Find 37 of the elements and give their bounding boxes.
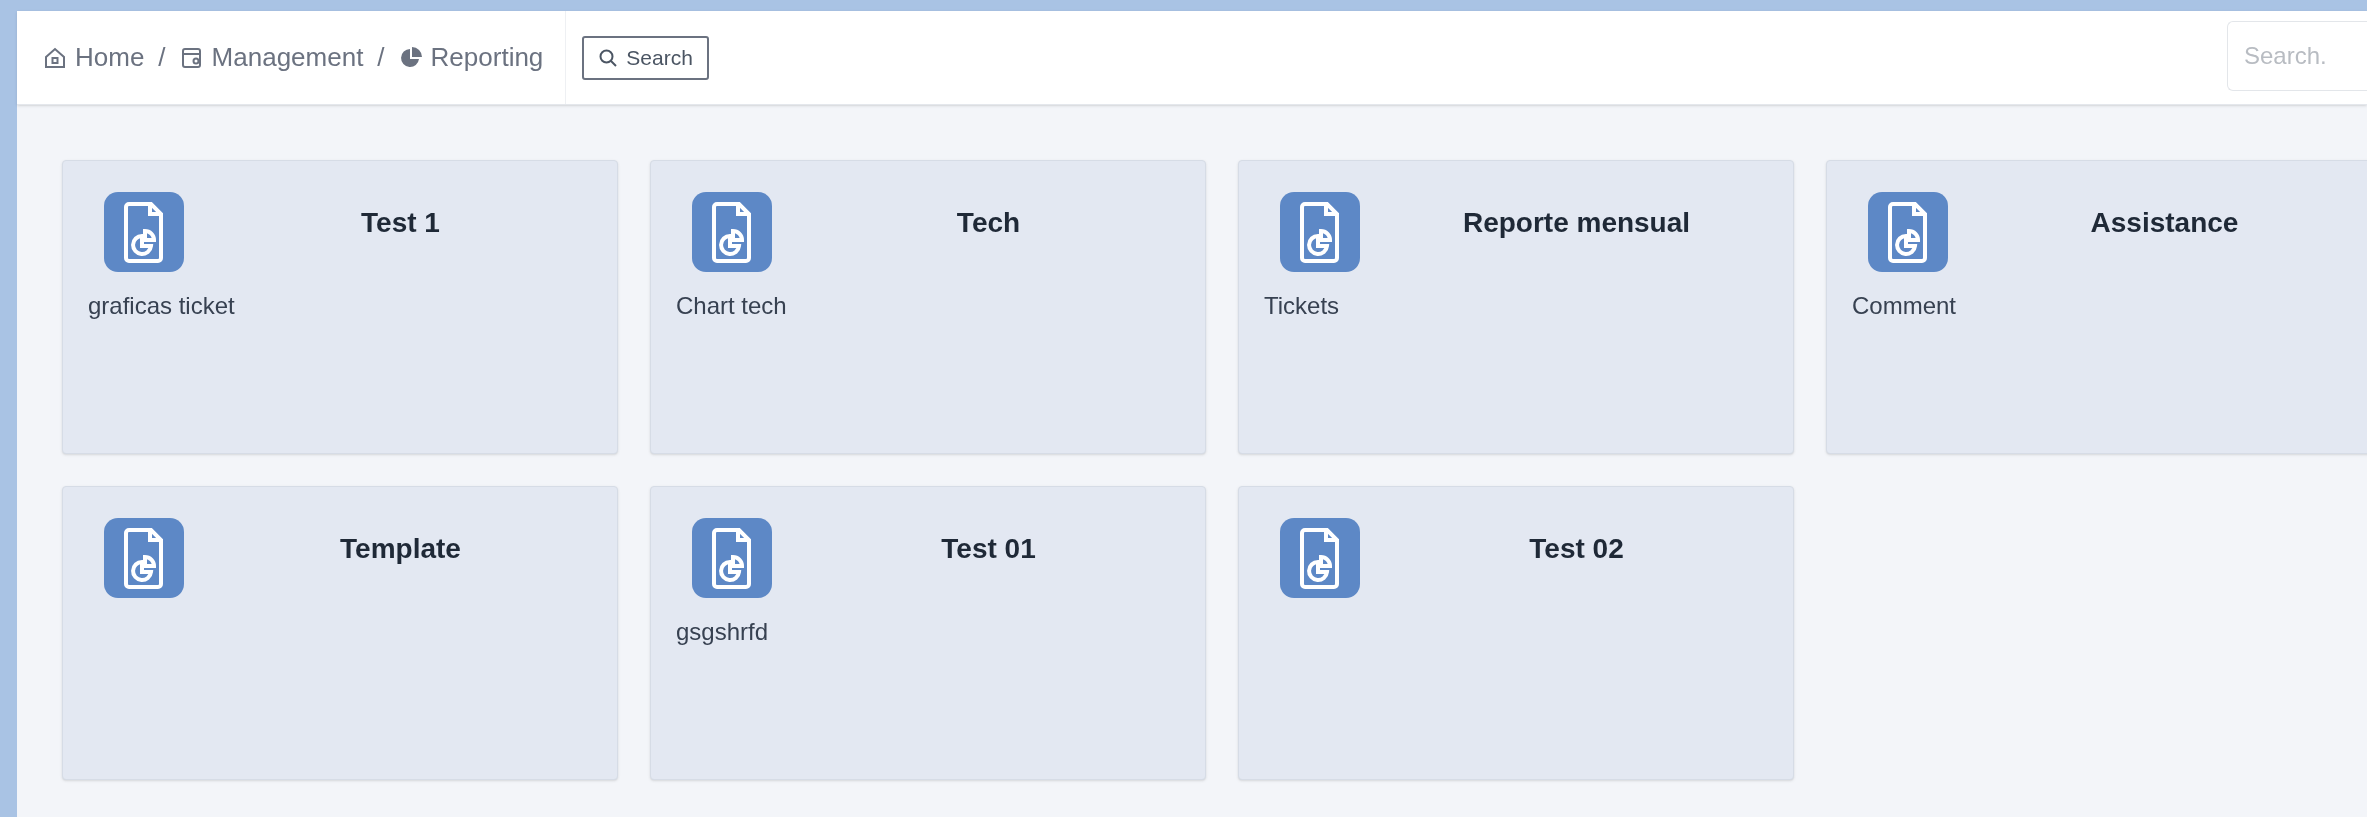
report-description: graficas ticket bbox=[88, 291, 235, 321]
breadcrumb-link[interactable]: Management bbox=[179, 38, 364, 77]
breadcrumb-separator: / bbox=[158, 41, 166, 74]
report-card[interactable]: Test 1 graficas ticket bbox=[62, 160, 618, 454]
report-card[interactable]: Test 01 gsgshrfd bbox=[650, 486, 1206, 780]
report-description: gsgshrfd bbox=[676, 617, 769, 647]
report-card[interactable]: Assistance Comment bbox=[1826, 160, 2367, 454]
report-file-icon bbox=[692, 192, 772, 272]
report-card[interactable]: Tech Chart tech bbox=[650, 160, 1206, 454]
home-icon bbox=[43, 45, 67, 70]
breadcrumb-separator: / bbox=[377, 41, 385, 74]
report-title: Template bbox=[340, 532, 461, 566]
report-title: Assistance bbox=[2090, 206, 2239, 240]
search-field[interactable]: Search. bbox=[2227, 20, 2367, 91]
report-file-icon bbox=[692, 518, 772, 598]
report-file-icon bbox=[1280, 192, 1360, 272]
report-title: Test 1 bbox=[361, 206, 440, 240]
report-file-icon bbox=[1280, 518, 1360, 598]
breadcrumb-link[interactable]: Home bbox=[43, 38, 145, 77]
report-description: Chart tech bbox=[676, 291, 787, 321]
pie-chart-icon bbox=[398, 45, 423, 70]
report-title: Test 02 bbox=[1529, 532, 1624, 566]
report-card[interactable]: Test 02 bbox=[1238, 486, 1794, 780]
breadcrumb-link[interactable]: Reporting bbox=[398, 38, 544, 77]
search-icon bbox=[598, 47, 619, 68]
wallet-icon bbox=[179, 45, 204, 70]
report-description: Tickets bbox=[1264, 291, 1340, 321]
search-button[interactable]: Search bbox=[582, 35, 709, 80]
report-card[interactable]: Template bbox=[62, 486, 618, 780]
report-title: Tech bbox=[956, 206, 1021, 240]
report-file-icon bbox=[1868, 192, 1948, 272]
report-card[interactable]: Reporte mensual Tickets bbox=[1238, 160, 1794, 454]
report-file-icon bbox=[104, 192, 184, 272]
report-title: Reporte mensual bbox=[1462, 206, 1691, 240]
report-title: Test 01 bbox=[941, 532, 1036, 566]
report-file-icon bbox=[104, 518, 184, 598]
report-description: Comment bbox=[1852, 291, 1957, 321]
